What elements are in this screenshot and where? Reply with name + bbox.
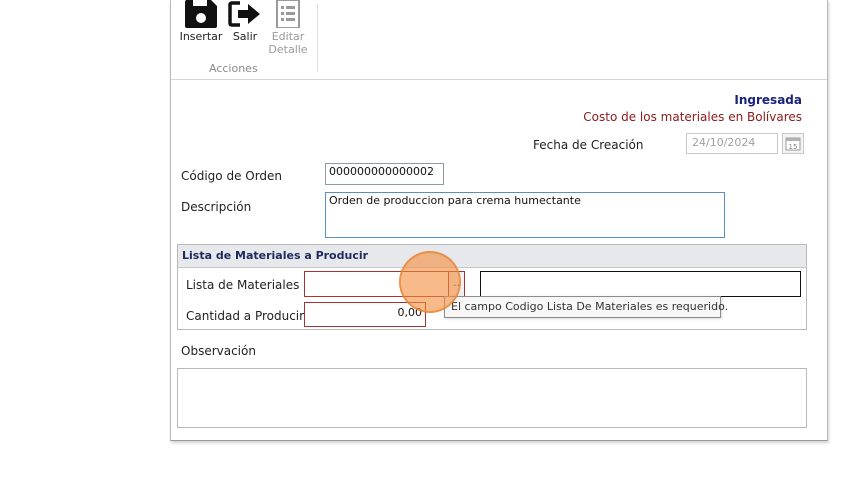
order-code-label: Código de Orden	[181, 169, 283, 183]
materials-section-title: Lista de Materiales a Producir	[178, 245, 806, 268]
quantity-label: Cantidad a Producir	[186, 309, 305, 323]
description-label: Descripción	[181, 200, 252, 214]
edit-detail-button[interactable]: Editar Detalle	[267, 0, 309, 58]
quantity-field[interactable]: 0,00	[304, 302, 426, 327]
created-date-field[interactable]: 24/10/2024	[686, 133, 778, 154]
created-date-label: Fecha de Creación	[533, 138, 644, 152]
actions-group-label: Acciones	[209, 62, 258, 75]
exit-arrow-icon	[228, 1, 260, 27]
observation-field[interactable]	[177, 368, 807, 428]
insert-label: Insertar	[179, 30, 223, 43]
click-highlight	[399, 251, 461, 313]
ribbon-group-separator	[317, 4, 318, 72]
save-icon	[185, 0, 217, 28]
order-status: Ingresada	[734, 93, 802, 107]
calendar-button[interactable]: 15	[782, 133, 804, 154]
exit-button[interactable]: Salir	[227, 0, 263, 44]
exit-label: Salir	[232, 30, 258, 43]
calendar-icon: 15	[785, 137, 801, 151]
bom-name-field[interactable]	[480, 271, 801, 297]
document-list-icon	[276, 0, 300, 28]
observation-label: Observación	[181, 344, 256, 358]
edit-detail-label: Editar Detalle	[268, 30, 308, 56]
description-field[interactable]: Orden de produccion para crema humectant…	[325, 192, 725, 238]
cost-currency-note: Costo de los materiales en Bolívares	[583, 110, 802, 124]
validation-tooltip: El campo Codigo Lista De Materiales es r…	[444, 296, 728, 318]
order-code-field[interactable]: 000000000000002	[325, 163, 444, 185]
bom-label: Lista de Materiales	[186, 278, 300, 292]
svg-text:15: 15	[789, 143, 798, 151]
ribbon-toolbar: Insertar Salir Editar Detalle Acciones	[171, 0, 827, 80]
production-order-window: Insertar Salir Editar Detalle Acciones I…	[170, 0, 828, 441]
insert-button[interactable]: Insertar	[179, 0, 223, 44]
